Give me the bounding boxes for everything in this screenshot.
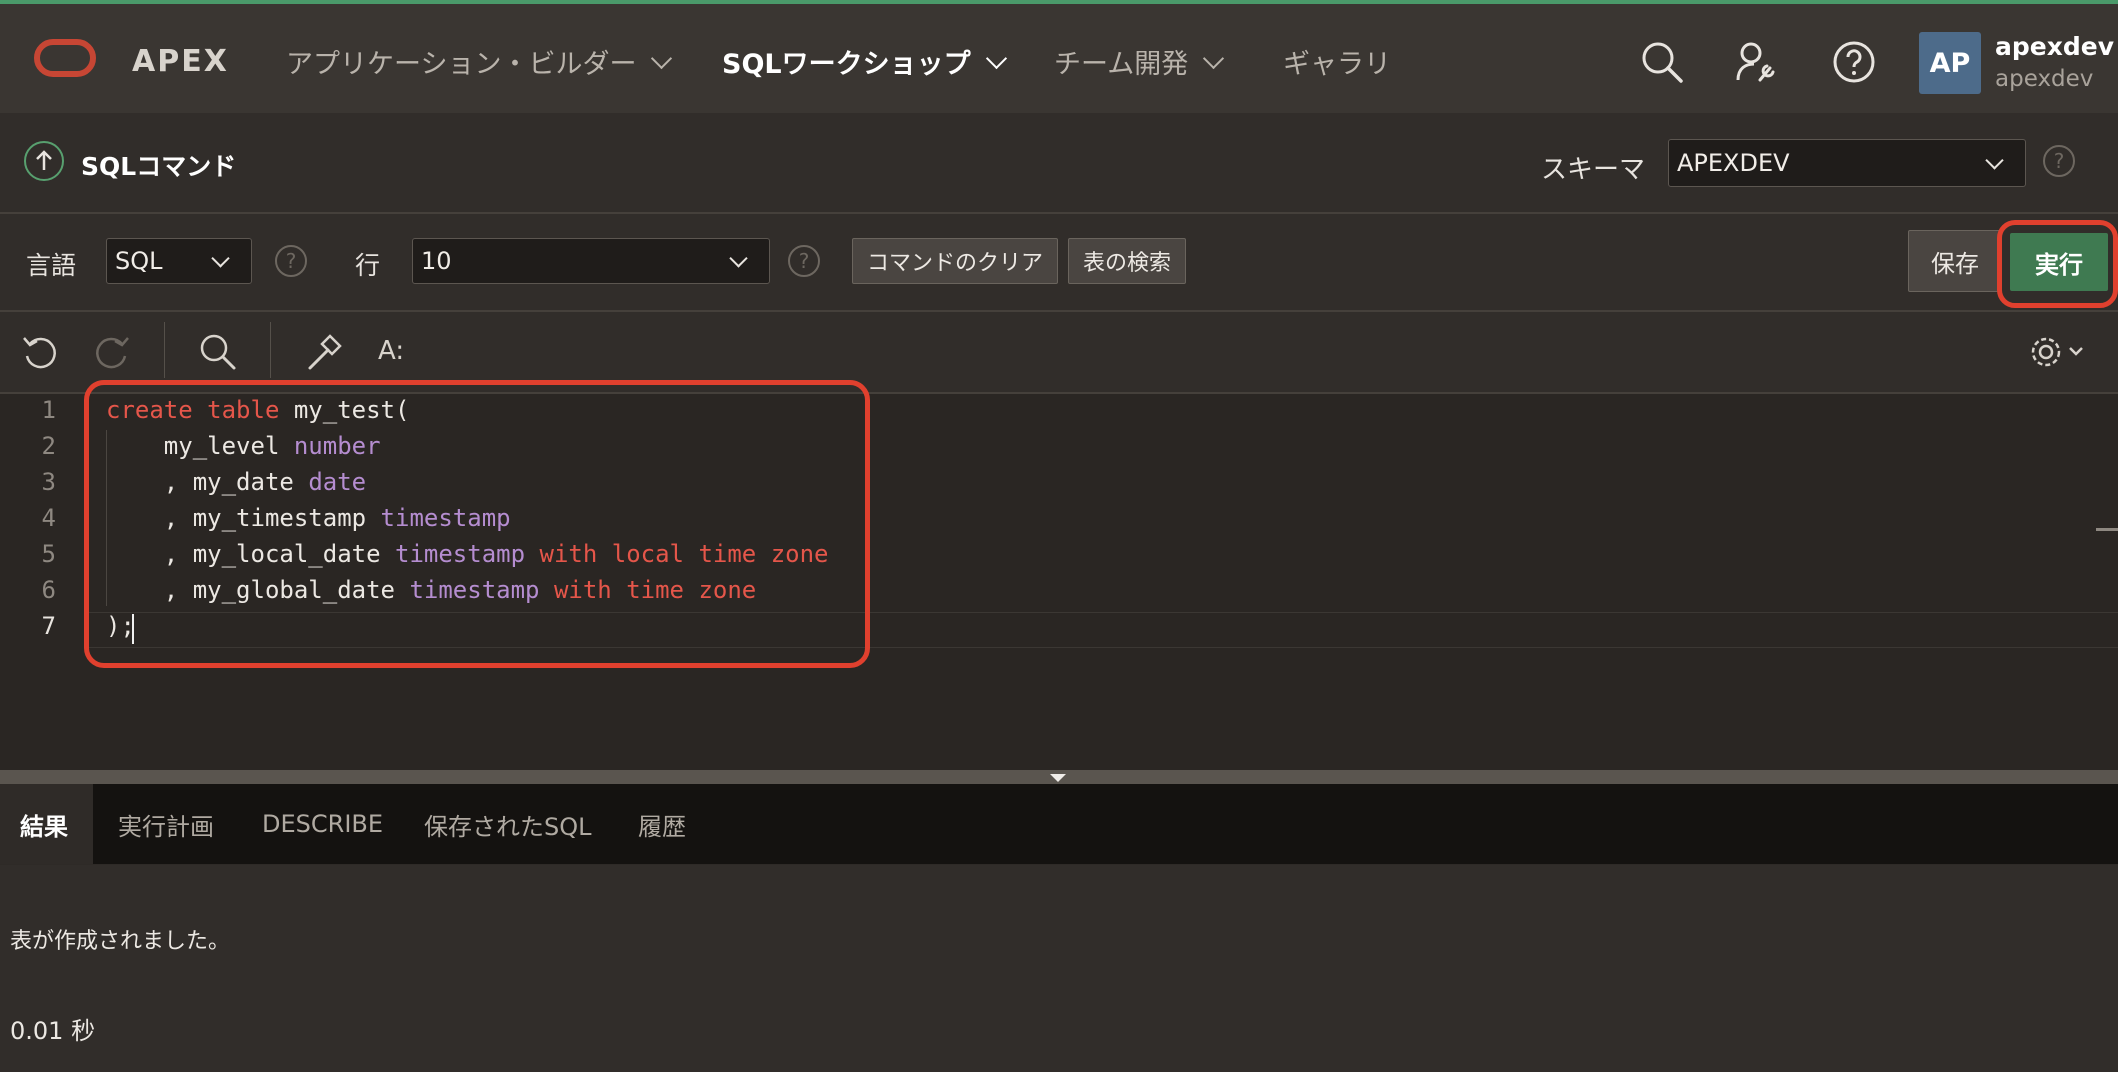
chevron-down-icon — [985, 47, 1007, 70]
rows-label: 行 — [355, 251, 381, 280]
line-number: 3 — [41, 468, 56, 496]
schema-select-value: APEXDEV — [1677, 149, 1790, 177]
language-select-value: SQL — [115, 247, 163, 275]
nav-sql-workshop-label: SQLワークショップ — [722, 49, 971, 80]
tab-results[interactable]: 結果 — [0, 784, 93, 864]
results-tabs: 結果 実行計画 DESCRIBE 保存されたSQL 履歴 — [0, 784, 2118, 865]
schema-select[interactable]: APEXDEV — [1668, 139, 2026, 187]
tab-saved-sql[interactable]: 保存されたSQL — [404, 784, 612, 864]
up-arrow-icon[interactable] — [24, 141, 64, 181]
schema-label: スキーマ — [1541, 155, 1646, 185]
save-button[interactable]: 保存 — [1908, 230, 2002, 292]
command-bar: SQLコマンド スキーマ APEXDEV ? — [0, 113, 2118, 214]
line-number: 2 — [41, 432, 56, 460]
rows-select-value: 10 — [421, 247, 452, 275]
schema-help-icon[interactable]: ? — [2043, 145, 2075, 177]
chevron-down-icon — [211, 249, 230, 268]
line-number: 1 — [41, 396, 56, 424]
avatar[interactable]: AP — [1919, 32, 1981, 94]
collapse-arrow-icon[interactable] — [1050, 774, 1066, 782]
line-number-gutter: 1 2 3 4 5 6 7 — [0, 394, 62, 770]
nav-gallery-label: ギャラリ — [1283, 49, 1391, 80]
app-name[interactable]: APEX — [132, 44, 229, 79]
font-size-icon[interactable]: A: — [378, 336, 404, 366]
nav-gallery[interactable]: ギャラリ — [1283, 42, 1391, 81]
nav-app-builder-label: アプリケーション・ビルダー — [286, 49, 637, 80]
nav-sql-workshop[interactable]: SQLワークショップ — [722, 42, 1007, 81]
results-panel: 表が作成されました。 0.01 秒 — [0, 865, 2118, 1072]
scroll-marker[interactable] — [2096, 528, 2118, 531]
chevron-down-icon — [729, 249, 748, 268]
options-row: 言語 SQL ? 行 10 ? コマンドのクリア 表の検索 保存 実行 — [0, 214, 2118, 312]
undo-icon[interactable] — [20, 332, 60, 372]
rows-help-icon[interactable]: ? — [788, 245, 820, 277]
search-icon[interactable] — [198, 332, 238, 372]
rows-select[interactable]: 10 — [412, 238, 770, 284]
chevron-down-icon — [1203, 47, 1225, 70]
line-number: 5 — [41, 540, 56, 568]
clear-command-button[interactable]: コマンドのクリア — [852, 238, 1058, 284]
user-settings-icon[interactable] — [1734, 40, 1778, 84]
hammer-icon[interactable] — [304, 332, 344, 372]
run-button-highlight — [1997, 220, 2118, 308]
gear-icon[interactable] — [2026, 332, 2090, 372]
redo-icon[interactable] — [92, 332, 132, 372]
search-icon[interactable] — [1640, 40, 1684, 84]
find-tables-button[interactable]: 表の検索 — [1068, 238, 1186, 284]
chevron-down-icon — [1985, 151, 2004, 170]
result-message: 表が作成されました。 — [10, 929, 231, 954]
panel-splitter[interactable] — [0, 770, 2118, 784]
user-workspace: apexdev — [1995, 66, 2094, 92]
tab-explain[interactable]: 実行計画 — [98, 784, 234, 864]
page-title: SQLコマンド — [81, 152, 237, 181]
line-number: 4 — [41, 504, 56, 532]
line-number: 7 — [41, 612, 56, 640]
language-help-icon[interactable]: ? — [275, 245, 307, 277]
elapsed-time: 0.01 秒 — [10, 1017, 96, 1045]
oracle-logo-icon[interactable] — [34, 39, 96, 77]
chevron-down-icon — [651, 47, 673, 70]
help-icon[interactable] — [1832, 40, 1876, 84]
language-label: 言語 — [26, 251, 77, 280]
nav-team-dev[interactable]: チーム開発 — [1054, 42, 1225, 81]
line-number: 6 — [41, 576, 56, 604]
tab-describe[interactable]: DESCRIBE — [242, 784, 403, 864]
language-select[interactable]: SQL — [106, 238, 252, 284]
code-highlight-box — [84, 380, 870, 668]
user-name[interactable]: apexdev — [1995, 32, 2114, 61]
nav-team-dev-label: チーム開発 — [1054, 49, 1189, 80]
app-header: APEX アプリケーション・ビルダー SQLワークショップ チーム開発 ギャラリ… — [0, 4, 2118, 113]
toolbar-divider — [270, 322, 271, 378]
toolbar-divider — [164, 322, 165, 378]
nav-app-builder[interactable]: アプリケーション・ビルダー — [286, 42, 673, 81]
tab-history[interactable]: 履歴 — [618, 784, 706, 864]
